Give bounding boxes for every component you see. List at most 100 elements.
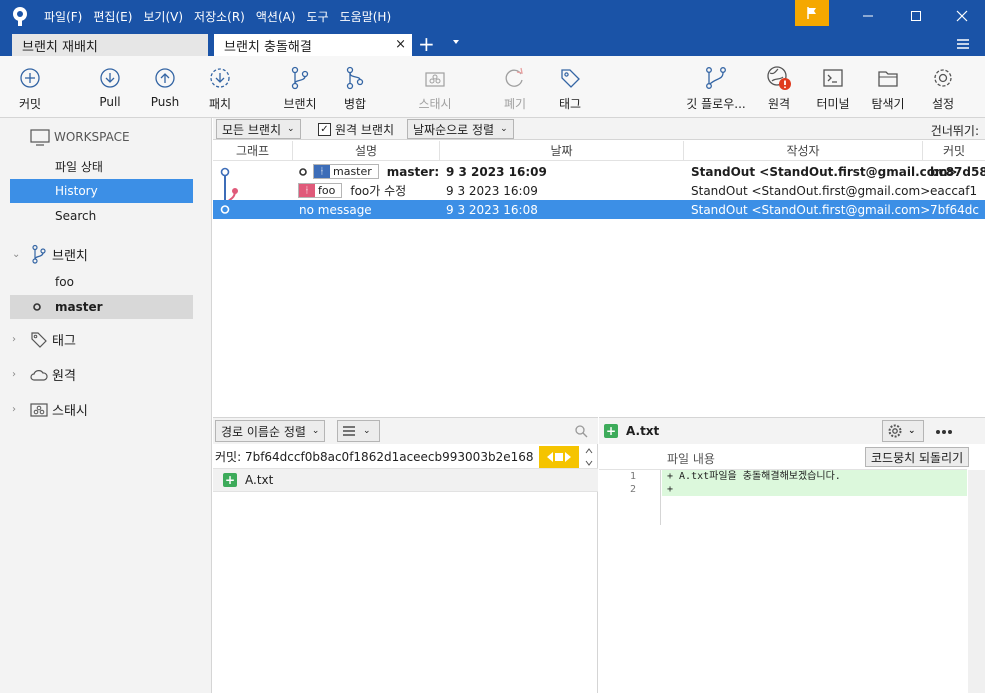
sort-by-date-dropdown[interactable]: 날짜순으로 정렬 ⌄: [407, 119, 514, 139]
column-description[interactable]: 설명: [293, 141, 440, 161]
stash-button[interactable]: 스태시: [405, 64, 465, 112]
column-commit[interactable]: 커밋: [923, 141, 985, 161]
terminal-button[interactable]: 터미널: [803, 64, 863, 112]
close-window-button[interactable]: [939, 0, 985, 32]
current-branch-icon: [299, 167, 307, 176]
menu-edit[interactable]: 편집(E): [93, 8, 132, 25]
main-toolbar: 커밋 Pull Push 패치 브랜치 병합 스태시 폐기 태그 깃 플로우..…: [0, 56, 985, 118]
chevron-right-icon: ›: [12, 369, 16, 380]
fetch-icon: [210, 68, 230, 88]
checkmark-icon: ✓: [318, 123, 331, 136]
menu-view[interactable]: 보기(V): [143, 8, 183, 25]
expand-info-icon[interactable]: [539, 446, 579, 468]
sidebar-item-file-status[interactable]: 파일 상태: [10, 154, 193, 178]
maximize-button[interactable]: [893, 0, 939, 32]
branch-badge: ᚽ foo: [298, 183, 343, 198]
merge-button[interactable]: 병합: [325, 64, 385, 112]
diff-added-line: + A.txt파일을 충돌해결해보겠습니다.: [662, 470, 967, 483]
diff-scrollbar[interactable]: [968, 470, 985, 693]
flag-button[interactable]: [795, 0, 829, 26]
gear-icon: [934, 69, 952, 87]
folder-icon: [878, 71, 898, 87]
diff-line-numbers: 1 2: [599, 470, 661, 525]
settings-button[interactable]: 설정: [913, 64, 973, 112]
menu-tools[interactable]: 도구: [307, 8, 329, 25]
sidebar-item-branch-master[interactable]: master: [10, 295, 193, 319]
diff-content: + A.txt파일을 충돌해결해보겠습니다. +: [662, 470, 967, 525]
hamburger-menu-icon[interactable]: [956, 37, 970, 51]
tab-rebase-branch[interactable]: 브랜치 재배치: [12, 34, 208, 56]
chevron-right-icon: ›: [12, 404, 16, 415]
commit-history-table: 그래프 설명 날짜 작성자 커밋 ᚽ master master: 9 3 202…: [213, 141, 985, 417]
remote-branches-checkbox[interactable]: ✓ 원격 브랜치: [318, 121, 394, 138]
sidebar-item-search[interactable]: Search: [10, 204, 193, 228]
branch-icon: ᚽ: [314, 165, 330, 178]
menu-actions[interactable]: 액션(A): [256, 8, 296, 25]
chevron-down-icon: ⌄: [363, 426, 371, 436]
tag-button[interactable]: 태그: [540, 64, 600, 112]
monitor-icon: [30, 129, 50, 146]
file-added-icon: +: [223, 473, 237, 487]
add-tab-button[interactable]: +: [418, 34, 435, 54]
column-graph[interactable]: 그래프: [213, 141, 293, 161]
more-options-icon[interactable]: [935, 429, 953, 435]
tab-close-icon[interactable]: ×: [395, 37, 406, 52]
sort-by-path-dropdown[interactable]: 경로 이름순 정렬 ⌄: [215, 420, 326, 442]
diff-options-dropdown[interactable]: ⌄: [882, 420, 924, 442]
branch-button[interactable]: 브랜치: [270, 64, 330, 112]
commit-button[interactable]: 커밋: [0, 64, 60, 112]
tab-branch-conflict[interactable]: 브랜치 충돌해결 ×: [214, 34, 412, 56]
column-date[interactable]: 날짜: [440, 141, 684, 161]
menu-help[interactable]: 도움말(H): [340, 8, 392, 25]
tag-icon: [561, 69, 580, 88]
list-view-dropdown[interactable]: ⌄: [337, 420, 380, 442]
diff-panel: + A.txt ⌄ 파일 내용 코드뭉치 되돌리기 1 2 + A.txt파일을…: [599, 417, 985, 693]
stash-icon: [425, 72, 445, 87]
close-icon: [956, 10, 968, 22]
table-row[interactable]: ᚽ foo foo가 수정 9 3 2023 16:09 StandOut <St…: [213, 181, 985, 200]
sidebar: WORKSPACE 파일 상태 History Search ⌄ 브랜치 foo…: [0, 118, 212, 693]
pull-arrow-down-icon: [100, 68, 120, 88]
column-author[interactable]: 작성자: [684, 141, 923, 161]
chevron-right-icon: ›: [12, 334, 16, 345]
changed-files-panel: 경로 이름순 정렬 ⌄ ⌄ 커밋: 7bf64dccf0b8ac0f1862d1…: [213, 417, 598, 693]
table-row[interactable]: ᚽ master master: 9 3 2023 16:09 StandOut …: [213, 162, 985, 181]
sidebar-item-branch-foo[interactable]: foo: [10, 270, 193, 294]
revert-hunk-button[interactable]: 코드뭉치 되돌리기: [865, 447, 970, 467]
menu-repository[interactable]: 저장소(R): [194, 8, 245, 25]
file-list-item[interactable]: + A.txt: [213, 468, 598, 492]
sidebar-section-tags[interactable]: › 태그: [12, 330, 76, 349]
tab-bar: 브랜치 재배치 브랜치 충돌해결 × +: [0, 32, 985, 56]
explorer-button[interactable]: 탐색기: [858, 64, 918, 112]
sidebar-section-branches[interactable]: ⌄ 브랜치: [12, 244, 88, 264]
scroll-arrows-icon[interactable]: [584, 446, 594, 468]
cloud-icon: [30, 369, 48, 381]
fetch-button[interactable]: 패치: [190, 64, 250, 112]
search-icon[interactable]: [574, 424, 588, 438]
all-branches-dropdown[interactable]: 모든 브랜치 ⌄: [216, 119, 301, 139]
sidebar-item-history[interactable]: History: [10, 179, 193, 203]
push-arrow-up-icon: [155, 68, 175, 88]
sidebar-section-stashes[interactable]: › 스태시: [12, 400, 88, 419]
sourcetree-logo-icon: [10, 6, 30, 26]
remote-button[interactable]: 원격: [749, 64, 809, 112]
title-bar: 파일(F) 편집(E) 보기(V) 저장소(R) 액션(A) 도구 도움말(H): [0, 0, 985, 32]
git-flow-button[interactable]: 깃 플로우...: [686, 64, 746, 112]
commit-info: 커밋: 7bf64dccf0b8ac0f1862d1aceecb993003b2…: [215, 450, 534, 464]
file-list-toolbar: 경로 이름순 정렬 ⌄ ⌄: [213, 418, 598, 444]
list-icon: [343, 426, 355, 436]
gear-icon: [888, 424, 902, 438]
tab-dropdown-icon[interactable]: [452, 38, 460, 46]
chevron-down-icon: ⌄: [908, 426, 916, 436]
menu-file[interactable]: 파일(F): [44, 8, 82, 25]
commit-plus-icon: [20, 68, 40, 88]
workspace-header: WORKSPACE: [30, 128, 130, 146]
pull-button[interactable]: Pull: [80, 64, 140, 109]
discard-button[interactable]: 폐기: [485, 64, 545, 112]
flag-icon: [807, 7, 816, 19]
push-button[interactable]: Push: [135, 64, 195, 109]
sidebar-section-remotes[interactable]: › 원격: [12, 365, 76, 384]
branch-icon: ᚽ: [299, 184, 315, 197]
minimize-button[interactable]: [845, 0, 891, 32]
table-row-selected[interactable]: no message 9 3 2023 16:08 StandOut <Stan…: [213, 200, 985, 219]
